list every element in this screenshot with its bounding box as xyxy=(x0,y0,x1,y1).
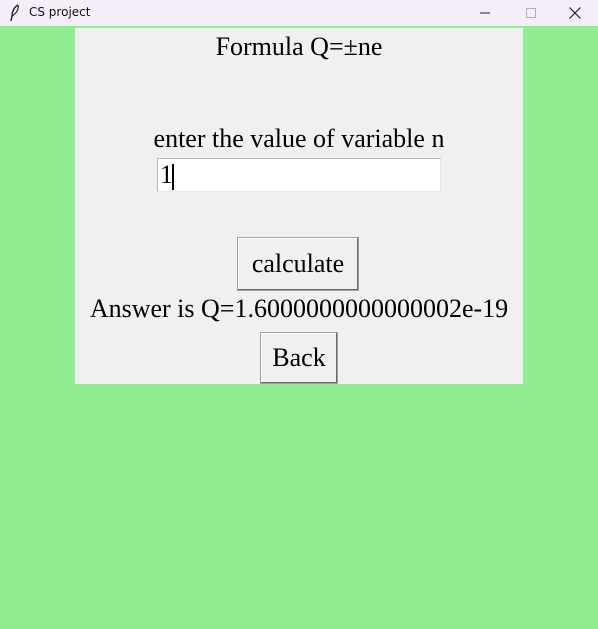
back-button[interactable]: Back xyxy=(260,332,338,384)
feather-icon xyxy=(10,4,19,22)
prompt-label: enter the value of variable n xyxy=(153,124,445,153)
close-button[interactable] xyxy=(552,0,598,26)
minimize-button[interactable] xyxy=(462,0,508,26)
text-cursor xyxy=(172,164,174,190)
n-value-input[interactable] xyxy=(157,158,441,192)
answer-label: Answer is Q=1.6000000000000002e-19 xyxy=(89,294,509,323)
title-bar[interactable]: CS project xyxy=(0,0,598,26)
minimize-icon xyxy=(480,12,490,14)
window-title: CS project xyxy=(29,5,91,19)
maximize-icon xyxy=(526,8,536,18)
app-window: CS project Formula Q=±ne enter the value… xyxy=(0,0,598,629)
close-icon xyxy=(569,7,581,19)
formula-label: Formula Q=±ne xyxy=(215,32,383,61)
window-client-area: Formula Q=±ne enter the value of variabl… xyxy=(0,26,598,629)
calculator-panel: Formula Q=±ne enter the value of variabl… xyxy=(75,28,523,384)
calculate-button[interactable]: calculate xyxy=(237,237,359,291)
maximize-button[interactable] xyxy=(508,0,554,26)
